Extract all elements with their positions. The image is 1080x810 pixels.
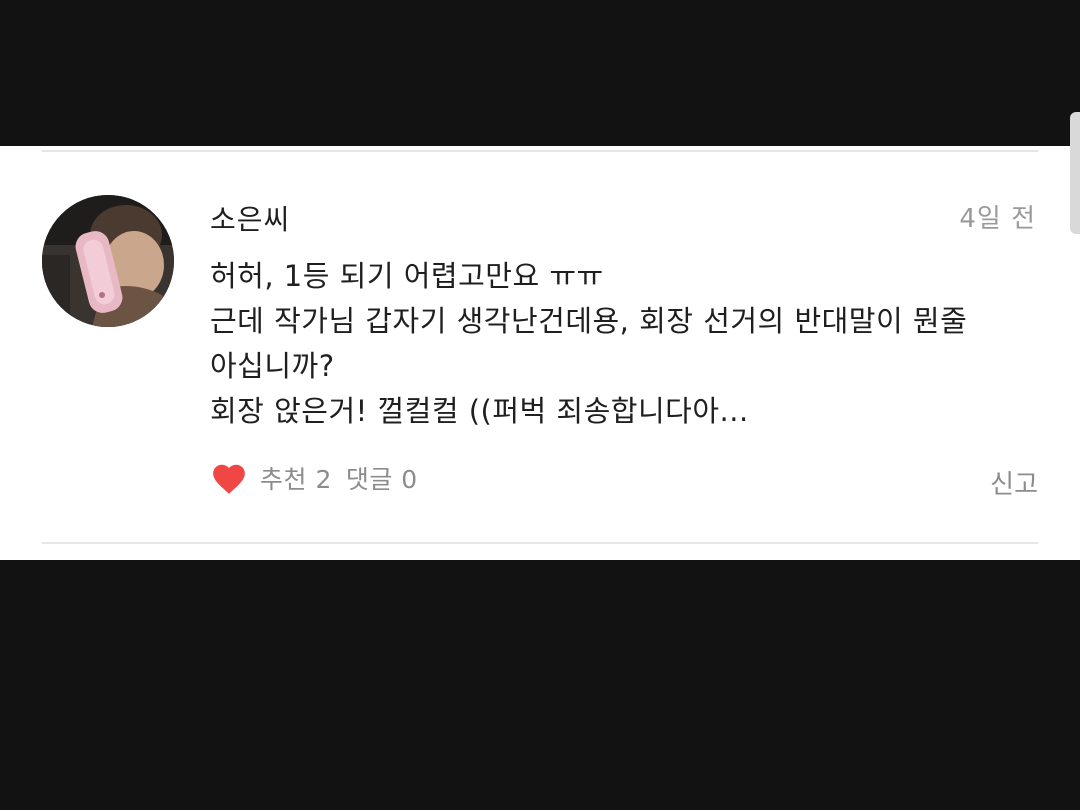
avatar[interactable] (42, 195, 174, 327)
comment-card: 소은씨 4일 전 허허, 1등 되기 어렵고만요 ㅠㅠ 근데 작가님 갑자기 생… (0, 146, 1080, 560)
comment-line: 근데 작가님 갑자기 생각난건데용, 회장 선거의 반대말이 뭔줄 (210, 304, 968, 338)
likes-count[interactable]: 추천 2 (260, 460, 332, 496)
timestamp: 4일 전 (959, 204, 1036, 234)
username[interactable]: 소은씨 (210, 198, 290, 238)
avatar-image (42, 195, 174, 327)
screen: 소은씨 4일 전 허허, 1등 되기 어렵고만요 ㅠㅠ 근데 작가님 갑자기 생… (0, 0, 1080, 810)
divider-top (42, 150, 1038, 152)
scrollbar[interactable] (1070, 112, 1080, 234)
divider-bottom (42, 542, 1038, 544)
comment-body: 허허, 1등 되기 어렵고만요 ㅠㅠ 근데 작가님 갑자기 생각난건데용, 회장… (210, 254, 1030, 434)
comment-line: 아십니까? (210, 349, 335, 383)
replies-count[interactable]: 댓글 0 (346, 460, 418, 496)
comment-actions: 추천 2 댓글 0 (210, 458, 418, 498)
report-button[interactable]: 신고 (990, 464, 1038, 501)
comment-line: 회장 앉은거! 껄컬컬 ((퍼벅 죄송합니다아... (210, 394, 749, 428)
heart-icon[interactable] (210, 460, 248, 496)
comment-line: 허허, 1등 되기 어렵고만요 ㅠㅠ (210, 259, 604, 293)
